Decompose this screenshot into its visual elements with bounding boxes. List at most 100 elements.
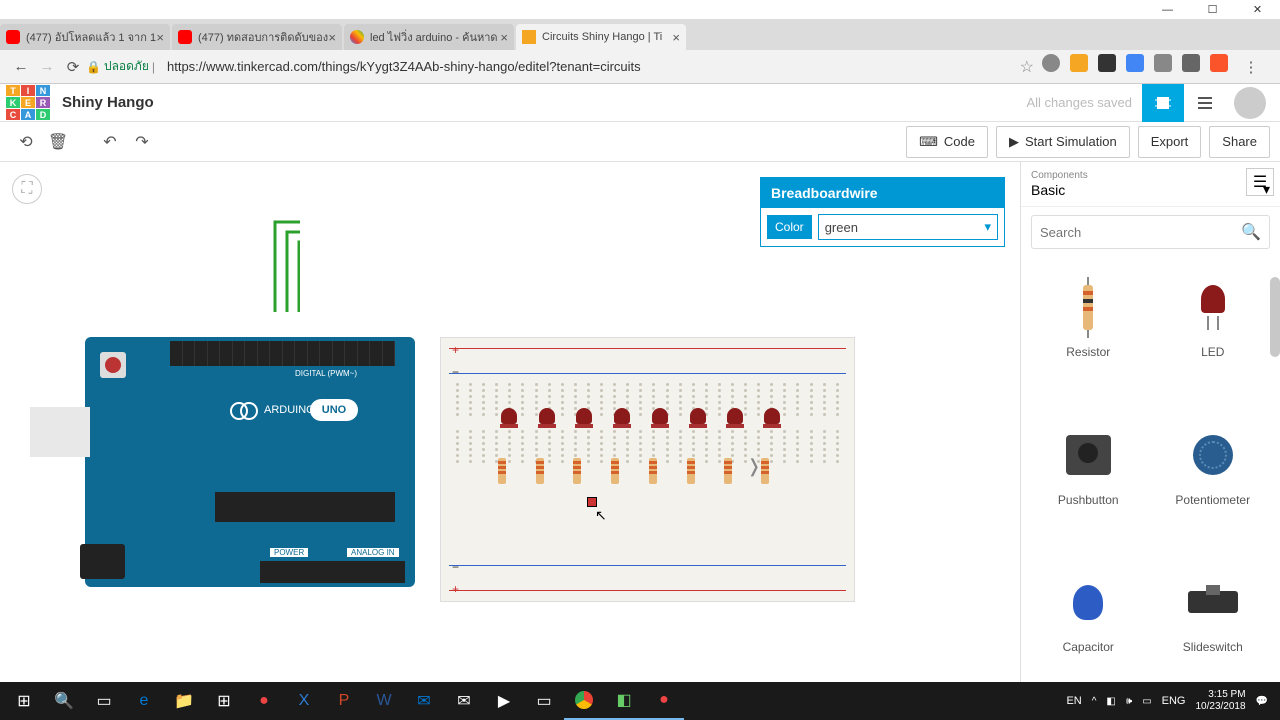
back-button[interactable]: ← (8, 54, 34, 80)
extension-icon[interactable] (1098, 54, 1116, 72)
circuit-canvas[interactable]: ⛶ DIGITAL (PWM~) ARDUINO UNO (0, 162, 1020, 720)
led-component[interactable] (614, 408, 630, 432)
browser-tab[interactable]: led ไฟวิ่ง arduino - ค้นหาด × (344, 24, 514, 50)
taskbar-app[interactable]: X (284, 682, 324, 720)
tab-label: (477) อัปโหลดแล้ว 1 จาก 1 (26, 28, 156, 46)
led-component[interactable] (652, 408, 668, 432)
simulate-button[interactable]: ▶ Start Simulation (996, 126, 1130, 158)
code-button[interactable]: ⌨ Code (906, 126, 988, 158)
extension-icon[interactable] (1042, 54, 1060, 72)
list-view-button[interactable]: ☰ (1246, 168, 1274, 196)
redo-button[interactable]: ↷ (126, 126, 158, 158)
url-input[interactable] (161, 54, 1020, 80)
extension-icon[interactable] (1070, 54, 1088, 72)
brave-icon[interactable] (1210, 54, 1228, 72)
new-tab-button[interactable] (688, 25, 713, 50)
led-component[interactable] (576, 408, 592, 432)
extension-icon[interactable] (1154, 54, 1172, 72)
resistor-component[interactable] (687, 458, 695, 484)
minimize-button[interactable]: — (1145, 0, 1190, 20)
taskbar-app[interactable]: 📁 (164, 682, 204, 720)
component-potentiometer[interactable]: Potentiometer (1156, 425, 1271, 553)
close-tab-icon[interactable]: × (328, 30, 336, 45)
led-component[interactable] (727, 408, 743, 432)
resistor-component[interactable] (498, 458, 506, 484)
export-button[interactable]: Export (1138, 126, 1202, 158)
share-button[interactable]: Share (1209, 126, 1270, 158)
taskbar-app[interactable]: P (324, 682, 364, 720)
tray-icon[interactable]: ◧ (1106, 696, 1115, 707)
resistor-component[interactable] (724, 458, 732, 484)
bookmark-icon[interactable]: ☆ (1020, 57, 1034, 77)
component-capacitor[interactable]: Capacitor (1031, 572, 1146, 700)
led-component[interactable] (764, 408, 780, 432)
reset-button[interactable] (100, 352, 126, 378)
collapse-panel-handle[interactable]: ❭ (748, 441, 760, 491)
search-input[interactable] (1040, 225, 1241, 240)
taskbar-app[interactable]: ● (244, 682, 284, 720)
tray-icon[interactable]: 🕪 (1126, 696, 1132, 707)
browser-tab[interactable]: (477) อัปโหลดแล้ว 1 จาก 1 × (0, 24, 170, 50)
taskbar-app[interactable]: ▭ (524, 682, 564, 720)
lang-indicator[interactable]: EN (1066, 695, 1081, 707)
clock[interactable]: 3:15 PM 10/23/2018 (1195, 689, 1245, 713)
taskbar-app[interactable]: ◧ (604, 682, 644, 720)
taskbar-app[interactable]: ⊞ (204, 682, 244, 720)
menu-icon[interactable]: ⋮ (1238, 54, 1264, 80)
keyboard-indicator[interactable]: ENG (1162, 695, 1186, 707)
close-tab-icon[interactable]: × (156, 30, 164, 45)
project-title[interactable]: Shiny Hango (62, 94, 154, 111)
resistor-component[interactable] (649, 458, 657, 484)
resistor-component[interactable] (761, 458, 769, 484)
component-resistor[interactable]: Resistor (1031, 277, 1146, 405)
user-avatar[interactable] (1234, 87, 1266, 119)
led-component[interactable] (501, 408, 517, 432)
search-box[interactable]: 🔍 (1031, 215, 1270, 249)
taskbar-app[interactable]: ● (644, 682, 684, 720)
component-pushbutton[interactable]: Pushbutton (1031, 425, 1146, 553)
scrollbar-thumb[interactable] (1270, 277, 1280, 357)
components-selector[interactable]: Components Basic ▾ ☰ (1021, 162, 1280, 207)
circuit-view-button[interactable] (1142, 84, 1184, 122)
browser-tab[interactable]: Circuits Shiny Hango | Ti × (516, 24, 686, 50)
close-tab-icon[interactable]: × (500, 30, 508, 45)
forward-button[interactable]: → (34, 54, 60, 80)
notifications-icon[interactable]: 💬 (1256, 696, 1268, 707)
maximize-button[interactable]: ☐ (1190, 0, 1235, 20)
close-tab-icon[interactable]: × (672, 30, 680, 45)
rotate-button[interactable]: ⟲ (10, 126, 42, 158)
arduino-board[interactable]: DIGITAL (PWM~) ARDUINO UNO POWER ANALOG … (85, 337, 415, 587)
delete-button[interactable]: 🗑 (42, 126, 74, 158)
led-component[interactable] (539, 408, 555, 432)
browser-tab[interactable]: (477) ทดสอบการติดดับของ × (172, 24, 342, 50)
taskbar-app[interactable]: e (124, 682, 164, 720)
resistor-component[interactable] (573, 458, 581, 484)
led-component[interactable] (690, 408, 706, 432)
color-select[interactable]: green ▾ (818, 214, 998, 240)
taskbar-app[interactable]: ✉ (404, 682, 444, 720)
reload-button[interactable]: ⟳ (60, 54, 86, 80)
tinkercad-logo[interactable]: TIN KER CAD (6, 85, 50, 120)
undo-button[interactable]: ↶ (94, 126, 126, 158)
taskbar-app[interactable]: W (364, 682, 404, 720)
taskbar-app[interactable]: ▶ (484, 682, 524, 720)
breadboard[interactable]: + − − + (440, 337, 855, 602)
chrome-taskbar[interactable] (564, 682, 604, 720)
resistor-component[interactable] (536, 458, 544, 484)
resistor-component[interactable] (611, 458, 619, 484)
close-button[interactable]: ✕ (1235, 0, 1280, 20)
component-slideswitch[interactable]: Slideswitch (1156, 572, 1271, 700)
start-button[interactable]: ⊞ (4, 682, 44, 720)
schematic-view-button[interactable] (1184, 84, 1226, 122)
search-button[interactable]: 🔍 (44, 682, 84, 720)
tray-icon[interactable]: ^ (1092, 696, 1097, 707)
extension-icon[interactable] (1126, 54, 1144, 72)
secure-indicator[interactable]: 🔒 ปลอดภัย | (86, 57, 155, 76)
component-led[interactable]: LED (1156, 277, 1271, 405)
fit-view-button[interactable]: ⛶ (12, 174, 42, 204)
extension-icon[interactable] (1182, 54, 1200, 72)
tray-icon[interactable]: ▭ (1142, 696, 1151, 707)
taskbar-app[interactable]: ✉ (444, 682, 484, 720)
component-label: Pushbutton (1058, 493, 1119, 507)
task-view-button[interactable]: ▭ (84, 682, 124, 720)
